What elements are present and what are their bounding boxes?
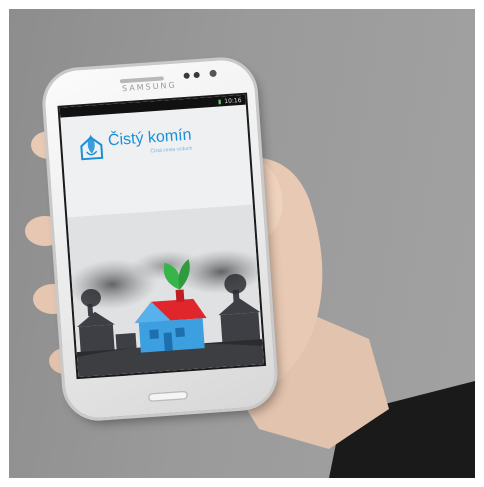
status-bar: ▮ 10:16 [59, 94, 246, 118]
app-header: Čistý komín Čistá cesta vzduch [77, 125, 193, 163]
app-screen: ▮ 10:16 Čistý komín Čistá cesta vzduch [57, 92, 267, 380]
sensor-dot [183, 72, 190, 79]
app-illustration [67, 204, 264, 378]
sensor-dot [193, 71, 200, 79]
signal-icon: ▮ [217, 97, 222, 106]
status-time: 10:16 [224, 96, 242, 105]
home-button[interactable] [147, 390, 189, 403]
smartphone: SAMSUNG ▮ 10:16 Čistý komín Čistá cesta … [43, 58, 277, 420]
photo-frame: SAMSUNG ▮ 10:16 Čistý komín Čistá cesta … [9, 9, 475, 478]
house-leaf-logo-icon [80, 134, 104, 161]
front-camera [209, 69, 217, 78]
